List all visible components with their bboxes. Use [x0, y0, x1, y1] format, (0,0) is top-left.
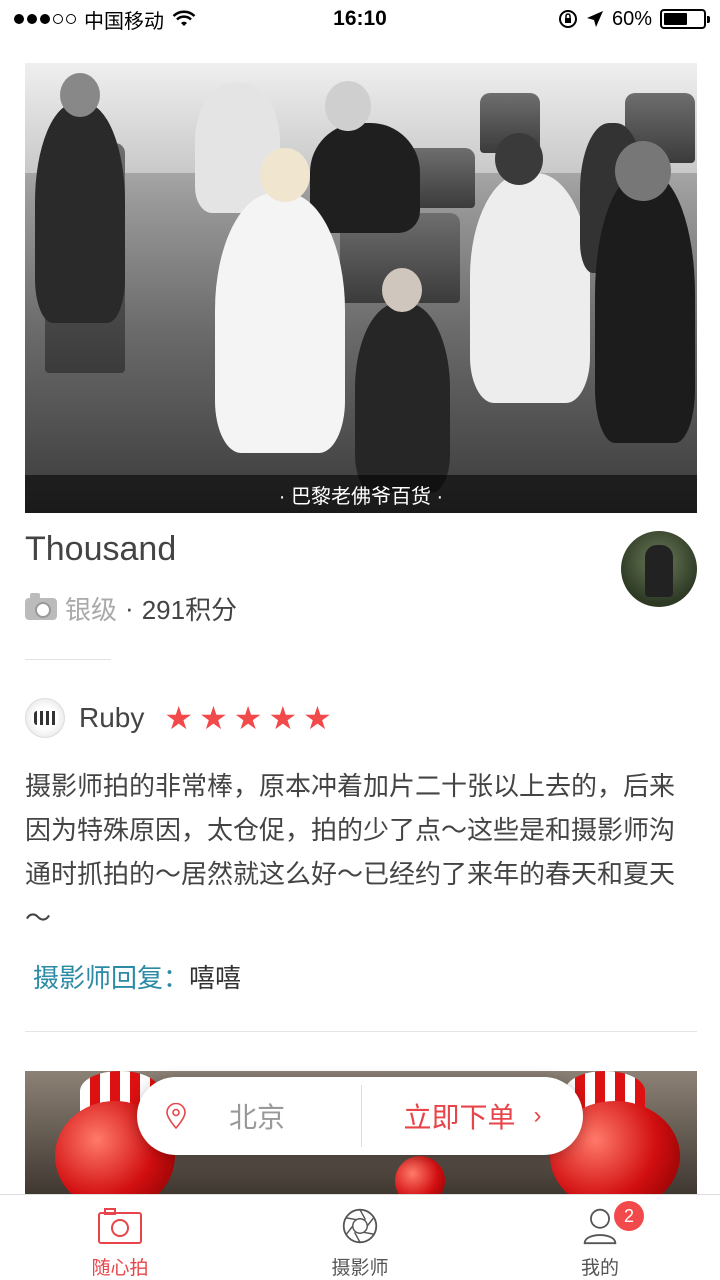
- photographer-reply: 摄影师回复：嘻嘻: [33, 958, 241, 995]
- wifi-icon: [172, 10, 196, 26]
- status-bar: 中国移动 16:10 60%: [0, 0, 720, 38]
- photographer-points: 291积分: [141, 595, 238, 625]
- tab-label: 我的: [580, 1258, 619, 1279]
- tab-label: 随心拍: [91, 1258, 149, 1279]
- star-icon: ★: [303, 700, 332, 736]
- star-icon: ★: [164, 700, 194, 736]
- order-bar: 北京 立即下单 ›: [137, 1077, 583, 1155]
- order-now-button[interactable]: 立即下单 ›: [362, 1077, 583, 1155]
- location-pin-icon: [166, 1103, 186, 1129]
- photographer-avatar[interactable]: [621, 531, 697, 607]
- meta-separator: ·: [125, 593, 134, 623]
- order-now-label: 立即下单: [403, 1102, 516, 1133]
- star-icon: ★: [268, 700, 298, 736]
- location-arrow-icon: [586, 11, 603, 27]
- tab-photographers[interactable]: 摄影师: [240, 1195, 480, 1280]
- rating-stars: ★ ★ ★ ★ ★: [164, 702, 331, 734]
- battery-icon: [660, 9, 710, 29]
- reviewer-name: Ruby: [79, 702, 145, 733]
- review-text: 摄影师拍的非常棒，原本冲着加片二十张以上去的，后来因为特殊原因，太仓促，拍的少了…: [25, 771, 676, 933]
- review-header: Ruby ★ ★ ★ ★ ★: [25, 698, 332, 738]
- tab-bar: 随心拍 摄影师 我的 2: [0, 1194, 720, 1280]
- tab-label: 摄影师: [331, 1258, 389, 1279]
- tab-random-shoot[interactable]: 随心拍: [0, 1195, 240, 1280]
- photographer-level: 银级: [65, 595, 118, 625]
- divider: [25, 659, 111, 660]
- reply-text: 嘻嘻: [189, 963, 242, 993]
- photographer-meta: 银级 · 291积分: [25, 590, 237, 627]
- tab-mine[interactable]: 我的 2: [480, 1195, 720, 1280]
- hero-photo[interactable]: · 巴黎老佛爷百货 ·: [25, 63, 697, 513]
- battery-percent: 60%: [611, 7, 652, 30]
- camera-icon: [98, 1208, 142, 1244]
- aperture-icon: [342, 1208, 378, 1244]
- notification-badge: 2: [614, 1201, 644, 1231]
- city-selector[interactable]: 北京: [137, 1077, 361, 1155]
- reply-label: 摄影师回复：: [33, 963, 190, 993]
- rotation-lock-icon: [558, 10, 577, 28]
- camera-icon: [25, 592, 57, 620]
- star-icon: ★: [199, 700, 228, 736]
- battery-fill: [664, 13, 687, 25]
- city-label: 北京: [229, 1102, 286, 1133]
- star-icon: ★: [233, 700, 263, 736]
- status-right: 60%: [558, 7, 710, 31]
- reviewer-avatar: [25, 698, 65, 738]
- photographer-name: Thousand: [25, 530, 177, 568]
- photo-location-caption: · 巴黎老佛爷百货 ·: [25, 475, 697, 513]
- status-left: 中国移动: [14, 5, 196, 34]
- carrier-name: 中国移动: [84, 10, 164, 33]
- signal-strength-icon: [14, 14, 76, 24]
- chevron-right-icon: ›: [533, 1102, 542, 1129]
- divider: [25, 1031, 697, 1032]
